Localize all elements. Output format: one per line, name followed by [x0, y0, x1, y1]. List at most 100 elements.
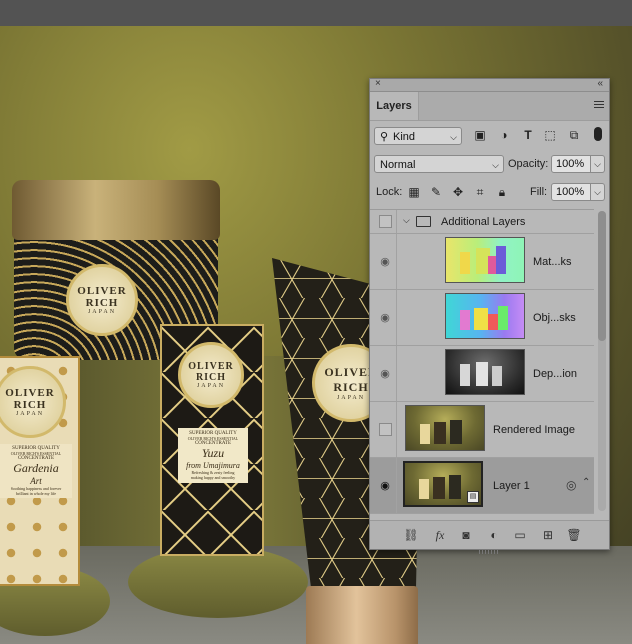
visibility-toggle[interactable]: ◉ [374, 458, 397, 513]
lock-move-icon[interactable]: ✥ [450, 184, 466, 200]
blend-mode-value: Normal [380, 159, 416, 171]
panel-tab-row: Layers [370, 92, 609, 121]
lock-transparent-icon[interactable]: ▦ [406, 184, 422, 200]
new-layer-icon[interactable]: ⊞ [540, 527, 556, 543]
hidden-eye-box-icon [378, 215, 392, 228]
eye-icon: ◉ [380, 368, 390, 380]
eye-icon: ◉ [380, 256, 390, 268]
search-icon: ⚲ [380, 131, 389, 143]
panel-footer: ⛓︎ fx ◙ ◐ ▭ ⊞ 🗑︎ [370, 520, 609, 549]
product-subtitle: from Umajimura [186, 461, 240, 470]
layer-name: Dep...ion [533, 368, 578, 380]
brand-line-1: OLIVER [77, 285, 127, 297]
center-box-label: SUPERIOR QUALITY OLIVER RICH'S ESSENTIAL… [178, 428, 248, 483]
eye-icon: ◉ [380, 312, 390, 324]
panel-menu-icon[interactable] [594, 101, 604, 110]
lock-label: Lock: [376, 186, 403, 198]
chevron-down-icon: ⌵ [492, 160, 499, 170]
fill-label: Fill: [530, 186, 548, 198]
layer-thumbnail [445, 237, 525, 283]
layer-row-rendered-image[interactable]: Rendered Image [370, 402, 594, 458]
layer-name: Obj...sks [533, 312, 576, 324]
eye-icon: ◉ [380, 480, 390, 492]
layer-name: Additional Layers [441, 216, 526, 228]
opacity-label: Opacity: [508, 158, 549, 170]
brand-origin: JAPAN [196, 383, 226, 389]
fx-icon[interactable]: fx [432, 527, 448, 543]
opacity-input[interactable]: 100% [551, 155, 591, 173]
filter-type-icon[interactable]: T [520, 127, 536, 143]
lock-artboard-icon[interactable]: ⌗ [472, 184, 488, 200]
folder-icon [416, 216, 431, 227]
brand-line-2: RICH [85, 297, 119, 309]
layer-name: Layer 1 [493, 480, 530, 492]
collapse-panel-button[interactable]: « [597, 78, 603, 89]
folder-icon[interactable]: ▭ [512, 527, 528, 543]
brand-line-1: OLIVER [188, 361, 234, 372]
link-icon[interactable]: ⛓︎ [403, 527, 419, 543]
filter-shape-icon[interactable]: ⬚ [542, 127, 558, 143]
product-subtitle: Art [30, 476, 42, 486]
visibility-toggle[interactable] [374, 402, 397, 457]
visibility-toggle[interactable]: ◉ [374, 346, 397, 401]
layer-name: Rendered Image [493, 424, 575, 436]
visibility-toggle[interactable]: ◉ [374, 234, 397, 289]
layer-row-group[interactable]: ⌵ Additional Layers [370, 210, 594, 234]
filter-kind-select[interactable]: ⚲ Kind ⌵ [374, 127, 462, 145]
opacity-dropdown[interactable]: ⌵ [591, 155, 605, 173]
layers-list[interactable]: ⌵ Additional Layers ◉ Mat...ks ◉ Obj...s… [370, 209, 594, 516]
lock-row: Lock: ▦ ✎ ✥ ⌗ 🔒︎ Fill: 100% ⌵ [370, 183, 609, 203]
fill-dropdown[interactable]: ⌵ [591, 183, 605, 201]
brand-line-1: OLIVER [5, 387, 55, 399]
jar-brand-badge: OLIVER RICH JAPAN [66, 264, 138, 336]
layer-effects-icon[interactable]: ◎ [566, 478, 576, 492]
product-name: Yuzu [201, 446, 225, 460]
layer-thumbnail [445, 293, 525, 339]
scrollbar-thumb[interactable] [598, 211, 606, 341]
brand-origin: JAPAN [336, 395, 366, 401]
trash-icon[interactable]: 🗑︎ [566, 527, 582, 543]
round-plinth-center [128, 546, 308, 618]
lock-all-icon[interactable]: 🔒︎ [494, 184, 510, 200]
filter-smart-object-icon[interactable]: ⧉ [566, 127, 582, 143]
filter-pixel-icon[interactable]: ▣ [472, 127, 488, 143]
brand-line-2: RICH [333, 380, 369, 394]
center-box-brand-badge: OLIVER RICH JAPAN [178, 342, 244, 408]
filter-toggle-icon[interactable] [590, 127, 606, 143]
tagline-2: brilliant in whole my life [16, 491, 56, 496]
jar-lid [12, 180, 220, 240]
tagline-2: making happy and smoothy [190, 475, 236, 480]
blend-mode-select[interactable]: Normal ⌵ [374, 155, 504, 173]
brand-origin: JAPAN [87, 309, 117, 315]
chevron-down-icon: ⌵ [450, 132, 457, 142]
layer-row-object-masks[interactable]: ◉ Obj...sks [370, 290, 594, 346]
adjustment-icon[interactable]: ◐ [486, 527, 502, 543]
document-tab-bar [0, 0, 632, 26]
layer-thumbnail [445, 349, 525, 395]
chevron-up-icon[interactable]: ⌃ [582, 477, 590, 488]
hidden-eye-box-icon [378, 423, 392, 436]
product-name: Gardenia [13, 461, 59, 475]
tube-cap [306, 586, 418, 644]
close-panel-button[interactable]: × [375, 78, 381, 89]
layer-row-layer-1[interactable]: ◉ ▤ Layer 1 ◎ ⌃ [370, 458, 594, 514]
layers-scrollbar[interactable] [598, 211, 606, 511]
layer-row-material-masks[interactable]: ◉ Mat...ks [370, 234, 594, 290]
filter-adjustment-icon[interactable]: ◑ [496, 127, 512, 143]
tab-layers[interactable]: Layers [370, 92, 419, 120]
visibility-toggle[interactable]: ◉ [374, 290, 397, 345]
fill-input[interactable]: 100% [551, 183, 591, 201]
layer-thumbnail [405, 405, 485, 451]
left-box-label: SUPERIOR QUALITY OLIVER RICH'S ESSENTIAL… [0, 444, 72, 498]
mask-icon[interactable]: ◙ [458, 527, 474, 543]
layer-row-depth-pass[interactable]: ◉ Dep...ion [370, 346, 594, 402]
visibility-toggle[interactable] [374, 210, 397, 233]
layer-name: Mat...ks [533, 256, 572, 268]
brand-origin: JAPAN [15, 411, 45, 417]
panel-resize-grip[interactable] [479, 550, 499, 554]
chevron-down-icon[interactable]: ⌵ [403, 215, 410, 226]
brand-line-2: RICH [13, 399, 47, 411]
lock-brush-icon[interactable]: ✎ [428, 184, 444, 200]
panel-title-bar[interactable]: × « [370, 78, 609, 92]
blend-row: Normal ⌵ Opacity: 100% ⌵ [370, 155, 609, 175]
